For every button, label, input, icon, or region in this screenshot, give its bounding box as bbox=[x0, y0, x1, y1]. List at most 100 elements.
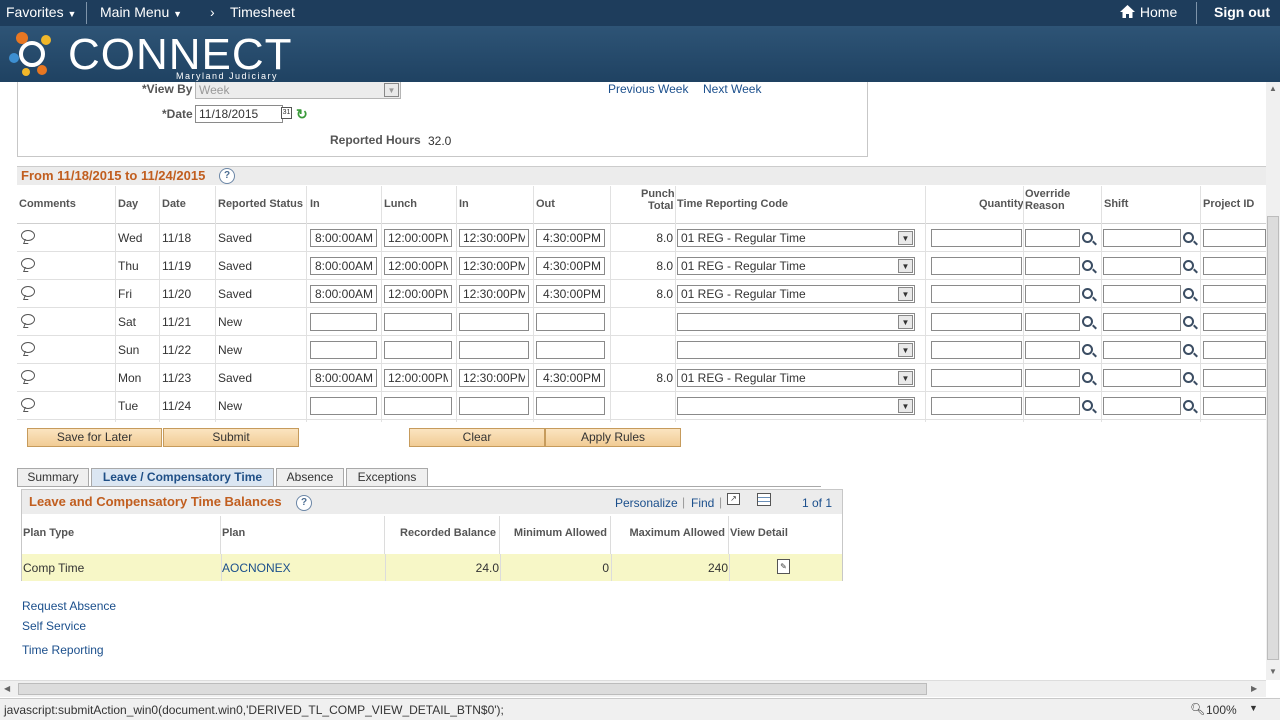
horizontal-scroll-thumb[interactable] bbox=[18, 683, 927, 695]
in-time-2-field[interactable] bbox=[459, 257, 529, 275]
search-icon[interactable] bbox=[1082, 316, 1093, 327]
download-grid-icon[interactable] bbox=[757, 493, 771, 506]
chevron-down-icon[interactable]: ▼ bbox=[1249, 703, 1258, 713]
horizontal-scrollbar[interactable]: ◀ ▶ bbox=[0, 680, 1266, 697]
project-id-field[interactable] bbox=[1203, 341, 1266, 359]
quantity-field[interactable] bbox=[931, 257, 1022, 275]
quantity-field[interactable] bbox=[931, 285, 1022, 303]
quantity-field[interactable] bbox=[931, 369, 1022, 387]
override-reason-field[interactable] bbox=[1025, 369, 1080, 387]
time-reporting-code-select[interactable]: ▼ bbox=[677, 341, 915, 359]
shift-field[interactable] bbox=[1103, 257, 1181, 275]
vertical-scroll-thumb[interactable] bbox=[1267, 216, 1279, 660]
override-reason-field[interactable] bbox=[1025, 229, 1080, 247]
search-icon[interactable] bbox=[1183, 232, 1194, 243]
search-icon[interactable] bbox=[1183, 400, 1194, 411]
shift-field[interactable] bbox=[1103, 397, 1181, 415]
search-icon[interactable] bbox=[1082, 288, 1093, 299]
project-id-field[interactable] bbox=[1203, 397, 1266, 415]
comment-icon[interactable] bbox=[21, 342, 35, 353]
shift-field[interactable] bbox=[1103, 285, 1181, 303]
lunch-time-field[interactable] bbox=[384, 313, 452, 331]
comment-icon[interactable] bbox=[21, 314, 35, 325]
out-time-field[interactable] bbox=[536, 341, 605, 359]
shift-field[interactable] bbox=[1103, 369, 1181, 387]
override-reason-field[interactable] bbox=[1025, 341, 1080, 359]
lunch-time-field[interactable] bbox=[384, 285, 452, 303]
tab-summary[interactable]: Summary bbox=[17, 468, 89, 487]
in-time-field[interactable] bbox=[310, 313, 377, 331]
comment-icon[interactable] bbox=[21, 230, 35, 241]
out-time-field[interactable] bbox=[536, 397, 605, 415]
self-service-link[interactable]: Self Service bbox=[22, 619, 86, 633]
override-reason-field[interactable] bbox=[1025, 257, 1080, 275]
lunch-time-field[interactable] bbox=[384, 369, 452, 387]
date-field[interactable] bbox=[195, 105, 283, 123]
out-time-field[interactable] bbox=[536, 313, 605, 331]
scroll-left-icon[interactable]: ◀ bbox=[4, 684, 10, 693]
comment-icon[interactable] bbox=[21, 370, 35, 381]
view-all-icon[interactable]: ↗ bbox=[727, 493, 740, 505]
override-reason-field[interactable] bbox=[1025, 285, 1080, 303]
search-icon[interactable] bbox=[1082, 344, 1093, 355]
override-reason-field[interactable] bbox=[1025, 313, 1080, 331]
quantity-field[interactable] bbox=[931, 313, 1022, 331]
search-icon[interactable] bbox=[1183, 344, 1194, 355]
override-reason-field[interactable] bbox=[1025, 397, 1080, 415]
vertical-scrollbar[interactable]: ▲ ▼ bbox=[1266, 82, 1280, 680]
in-time-field[interactable] bbox=[310, 341, 377, 359]
comment-icon[interactable] bbox=[21, 398, 35, 409]
project-id-field[interactable] bbox=[1203, 257, 1266, 275]
tab-exceptions[interactable]: Exceptions bbox=[346, 468, 428, 487]
in-time-field[interactable] bbox=[310, 229, 377, 247]
find-link[interactable]: Find bbox=[691, 496, 714, 510]
main-menu[interactable]: Main Menu ▼ bbox=[100, 4, 182, 20]
lunch-time-field[interactable] bbox=[384, 341, 452, 359]
shift-field[interactable] bbox=[1103, 313, 1181, 331]
search-icon[interactable] bbox=[1183, 316, 1194, 327]
request-absence-link[interactable]: Request Absence bbox=[22, 599, 116, 613]
project-id-field[interactable] bbox=[1203, 313, 1266, 331]
tab-absence[interactable]: Absence bbox=[276, 468, 344, 487]
lunch-time-field[interactable] bbox=[384, 229, 452, 247]
shift-field[interactable] bbox=[1103, 229, 1181, 247]
time-reporting-code-select[interactable]: ▼ bbox=[677, 313, 915, 331]
out-time-field[interactable] bbox=[536, 229, 605, 247]
home-link[interactable]: Home bbox=[1119, 4, 1177, 20]
view-detail-icon[interactable]: ✎ bbox=[777, 559, 790, 574]
help-icon[interactable]: ? bbox=[219, 168, 235, 184]
time-reporting-code-select[interactable]: 01 REG - Regular Time ▼ bbox=[677, 229, 915, 247]
project-id-field[interactable] bbox=[1203, 229, 1266, 247]
search-icon[interactable] bbox=[1082, 372, 1093, 383]
time-reporting-link[interactable]: Time Reporting bbox=[22, 643, 104, 657]
out-time-field[interactable] bbox=[536, 257, 605, 275]
favorites-menu[interactable]: Favorites ▼ bbox=[6, 4, 76, 20]
in-time-field[interactable] bbox=[310, 257, 377, 275]
tab-leave-compensatory-time[interactable]: Leave / Compensatory Time bbox=[91, 468, 274, 487]
in-time-field[interactable] bbox=[310, 369, 377, 387]
previous-week-link[interactable]: Previous Week bbox=[608, 82, 688, 96]
quantity-field[interactable] bbox=[931, 397, 1022, 415]
in-time-2-field[interactable] bbox=[459, 397, 529, 415]
time-reporting-code-select[interactable]: 01 REG - Regular Time ▼ bbox=[677, 257, 915, 275]
lunch-time-field[interactable] bbox=[384, 397, 452, 415]
comment-icon[interactable] bbox=[21, 286, 35, 297]
project-id-field[interactable] bbox=[1203, 285, 1266, 303]
clear-button[interactable]: Clear bbox=[409, 428, 545, 447]
search-icon[interactable] bbox=[1082, 400, 1093, 411]
help-icon[interactable]: ? bbox=[296, 495, 312, 511]
scroll-right-icon[interactable]: ▶ bbox=[1251, 684, 1257, 693]
search-icon[interactable] bbox=[1183, 260, 1194, 271]
search-icon[interactable] bbox=[1183, 372, 1194, 383]
comment-icon[interactable] bbox=[21, 258, 35, 269]
refresh-icon[interactable]: ↻ bbox=[296, 106, 308, 123]
lunch-time-field[interactable] bbox=[384, 257, 452, 275]
out-time-field[interactable] bbox=[536, 369, 605, 387]
scroll-down-icon[interactable]: ▼ bbox=[1269, 667, 1277, 676]
submit-button[interactable]: Submit bbox=[163, 428, 299, 447]
in-time-2-field[interactable] bbox=[459, 285, 529, 303]
search-icon[interactable] bbox=[1183, 288, 1194, 299]
scroll-up-icon[interactable]: ▲ bbox=[1269, 84, 1277, 93]
breadcrumb[interactable]: Timesheet bbox=[230, 4, 295, 20]
project-id-field[interactable] bbox=[1203, 369, 1266, 387]
